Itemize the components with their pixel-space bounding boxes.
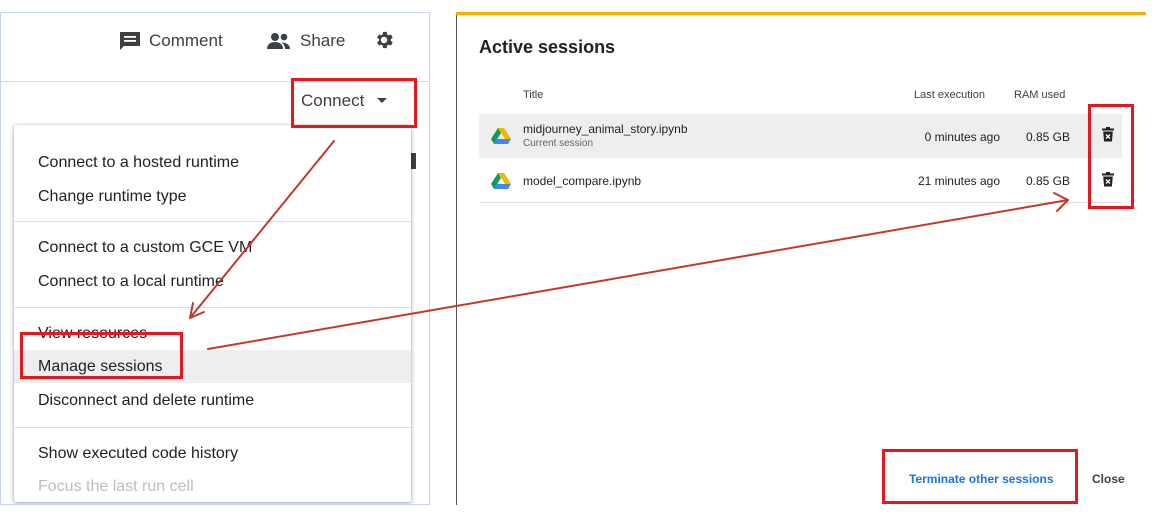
annotation-arrow-manage-to-delete bbox=[207, 199, 1069, 350]
annotation-arrow-connect-to-menu bbox=[189, 140, 335, 319]
annotation-arrows bbox=[189, 140, 1069, 350]
